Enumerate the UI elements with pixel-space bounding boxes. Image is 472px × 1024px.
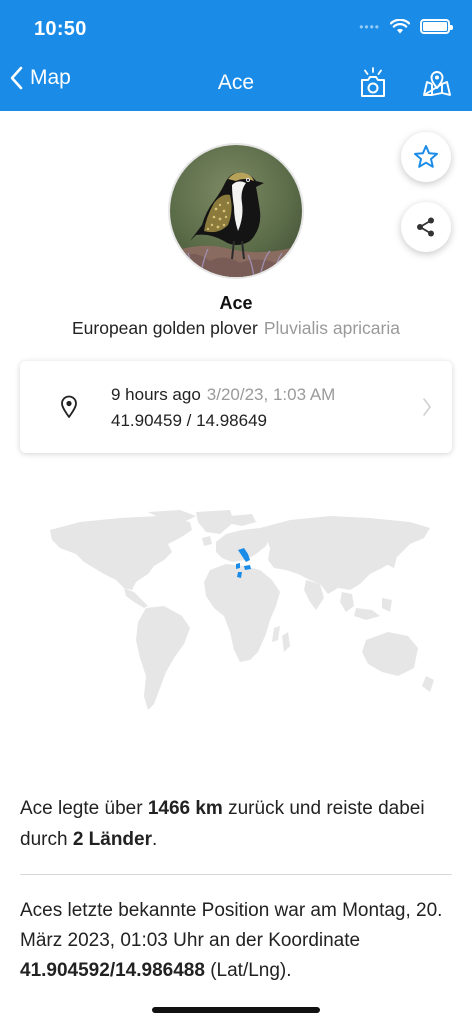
world-map	[50, 510, 434, 710]
share-icon	[417, 217, 434, 237]
battery-icon	[420, 19, 453, 34]
species-common-name: European golden plover	[71, 318, 258, 338]
star-outline-icon	[414, 145, 438, 168]
status-indicators: ••••	[359, 19, 453, 34]
map-pin-icon	[423, 71, 451, 96]
species-line: European golden plover Pluvialis apricari…	[0, 318, 472, 339]
bird-avatar	[168, 143, 304, 279]
favorite-button[interactable]	[401, 132, 451, 182]
last-location-card[interactable]: 9 hours ago 3/20/23, 1:03 AM 41.90459 / 1…	[20, 361, 452, 453]
back-label: Map	[30, 66, 71, 89]
back-button[interactable]: Map	[10, 66, 71, 90]
chevron-left-icon	[10, 66, 23, 90]
travel-summary: Ace legte über 1466 km zurück und reiste…	[20, 793, 452, 855]
camera-flash-icon	[361, 67, 385, 97]
last-position-suffix: (Lat/Lng).	[204, 960, 292, 981]
camera-button[interactable]	[357, 66, 389, 100]
location-pin-icon	[61, 395, 77, 418]
home-indicator[interactable]	[152, 1007, 320, 1013]
page-title: Ace	[217, 71, 255, 94]
summary-prefix: Ace legte über	[20, 798, 148, 819]
chevron-right-icon	[423, 398, 431, 416]
bird-name: Ace	[219, 293, 253, 313]
map-land	[50, 510, 434, 710]
summary-suffix: .	[152, 829, 158, 850]
location-coordinates: 41.90459 / 14.98649	[111, 411, 267, 430]
share-button[interactable]	[401, 202, 451, 252]
nav-header: 10:50 •••• Map Ace	[0, 0, 472, 111]
last-position-text: Aces letzte bekannte Position war am Mon…	[20, 896, 460, 986]
status-time: 10:50	[34, 18, 87, 40]
summary-distance: 1466 km	[147, 798, 223, 819]
location-date: 3/20/23, 1:03 AM	[206, 385, 336, 404]
species-latin-name: Pluvialis apricaria	[263, 318, 400, 338]
divider	[20, 874, 452, 875]
wifi-icon	[390, 19, 410, 34]
summary-countries: 2 Länder	[72, 829, 153, 850]
last-position-coordinate: 41.904592/14.986488	[20, 960, 205, 981]
map-pin-button[interactable]	[421, 66, 453, 100]
last-position-sentence: Aces letzte bekannte Position war am Mon…	[20, 900, 443, 951]
location-relative-time: 9 hours ago	[111, 385, 201, 404]
signal-icon: ••••	[359, 19, 380, 34]
location-time-row: 9 hours ago 3/20/23, 1:03 AM	[111, 385, 335, 405]
